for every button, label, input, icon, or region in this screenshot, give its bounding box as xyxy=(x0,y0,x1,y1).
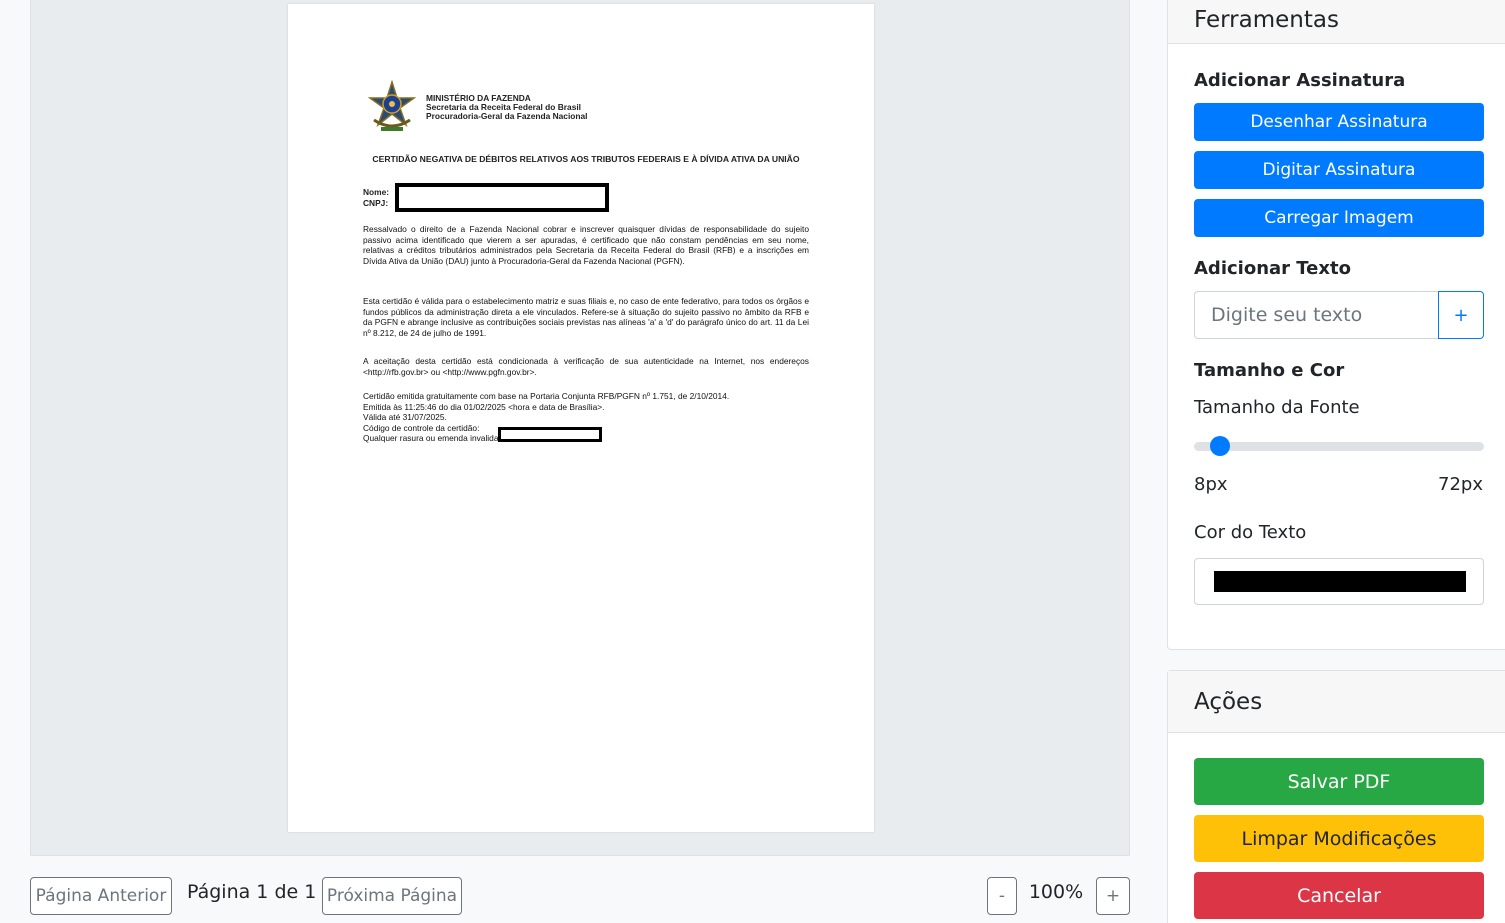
add-text-title: Adicionar Texto xyxy=(1194,258,1351,279)
brasil-coat-of-arms-icon xyxy=(367,80,417,131)
add-signature-title: Adicionar Assinatura xyxy=(1194,70,1406,91)
cancel-button[interactable]: Cancelar xyxy=(1194,872,1484,919)
paragraph: Esta certidão é válida para o estabeleci… xyxy=(363,296,809,338)
footer-line: Certidão emitida gratuitamente com base … xyxy=(363,391,730,401)
tools-header: Ferramentas xyxy=(1168,0,1505,44)
certificate-title: CERTIDÃO NEGATIVA DE DÉBITOS RELATIVOS A… xyxy=(372,154,800,164)
font-size-slider-thumb[interactable] xyxy=(1210,436,1231,456)
pdf-page[interactable]: MINISTÉRIO DA FAZENDA Secretaria da Rece… xyxy=(288,4,874,832)
page-indicator: Página 1 de 1 xyxy=(187,881,317,903)
add-text-button[interactable]: + xyxy=(1438,291,1484,339)
font-size-label: Tamanho da Fonte xyxy=(1194,397,1360,418)
text-color-label: Cor do Texto xyxy=(1194,522,1307,543)
zoom-out-button[interactable]: - xyxy=(987,877,1017,915)
tools-card: Ferramentas Adicionar Assinatura Desenha… xyxy=(1167,0,1505,650)
cnpj-label: CNPJ: xyxy=(363,197,389,208)
footer-line: Emitida às 11:25:46 do dia 01/02/2025 <h… xyxy=(363,401,605,412)
type-signature-button[interactable]: Digitar Assinatura xyxy=(1194,151,1484,189)
actions-header: Ações xyxy=(1168,671,1505,733)
identity-fields: Nome: CNPJ: xyxy=(363,187,389,209)
color-swatch xyxy=(1214,571,1466,592)
text-input[interactable]: Digite seu texto xyxy=(1194,291,1439,339)
font-size-max: 72px xyxy=(1438,474,1483,495)
name-label: Nome: xyxy=(363,187,390,197)
zoom-in-button[interactable]: + xyxy=(1096,877,1130,915)
zoom-level: 100% xyxy=(1028,881,1084,903)
font-size-min: 8px xyxy=(1194,474,1228,495)
size-color-title: Tamanho e Cor xyxy=(1194,360,1345,381)
font-size-slider[interactable] xyxy=(1194,442,1484,451)
issuer-line: Procuradoria-Geral da Fazenda Nacional xyxy=(426,111,588,122)
actions-card: Ações Salvar PDF Limpar Modificações Can… xyxy=(1167,670,1505,923)
footer-line: Válida até 31/07/2025. xyxy=(363,412,447,422)
previous-page-button[interactable]: Página Anterior xyxy=(30,877,172,915)
issuer-heading: MINISTÉRIO DA FAZENDA Secretaria da Rece… xyxy=(426,93,588,122)
save-pdf-button[interactable]: Salvar PDF xyxy=(1194,758,1484,805)
redaction-box[interactable] xyxy=(498,427,602,442)
next-page-button[interactable]: Próxima Página xyxy=(322,877,462,915)
pdf-viewer[interactable]: MINISTÉRIO DA FAZENDA Secretaria da Rece… xyxy=(30,0,1130,856)
text-color-picker[interactable] xyxy=(1194,558,1484,605)
redaction-box[interactable] xyxy=(395,183,609,212)
paragraph: Ressalvado o direito de a Fazenda Nacion… xyxy=(363,224,809,266)
draw-signature-button[interactable]: Desenhar Assinatura xyxy=(1194,103,1484,141)
upload-image-button[interactable]: Carregar Imagem xyxy=(1194,199,1484,237)
paragraph: A aceitação desta certidão está condicio… xyxy=(363,356,809,377)
clear-changes-button[interactable]: Limpar Modificações xyxy=(1194,815,1484,862)
